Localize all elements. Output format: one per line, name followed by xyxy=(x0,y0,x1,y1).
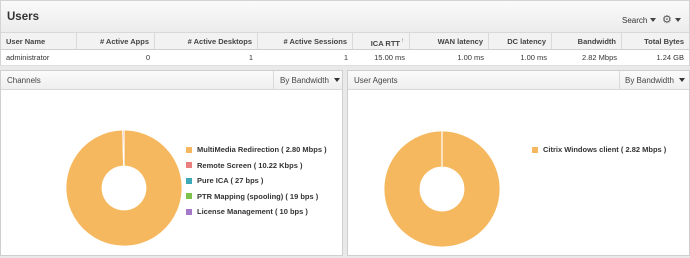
channels-sort-dropdown[interactable]: By Bandwidth xyxy=(280,76,340,85)
cell-active-sessions: 1 xyxy=(343,53,348,62)
users-header: Users Search ⚙ xyxy=(1,1,689,33)
user-agents-sort-dropdown[interactable]: By Bandwidth xyxy=(625,76,685,85)
header-divider xyxy=(619,71,620,90)
legend-swatch xyxy=(186,162,192,168)
search-dropdown[interactable]: Search xyxy=(622,16,657,25)
cell-active-apps: 0 xyxy=(145,53,150,62)
column-header-wan-latency[interactable]: WAN latency xyxy=(410,33,489,49)
legend-item[interactable]: Citrix Windows client ( 2.82 Mbps ) xyxy=(532,145,666,154)
chevron-down-icon xyxy=(650,18,657,22)
user-name-link[interactable]: administrator xyxy=(1,50,77,65)
column-header-active-sessions[interactable]: # Active Sessions xyxy=(258,33,353,49)
legend-item[interactable]: Pure ICA ( 27 bps ) xyxy=(186,176,263,185)
legend-item[interactable]: MultiMedia Redirection ( 2.80 Mbps ) xyxy=(186,145,327,154)
user-agents-sort-label: By Bandwidth xyxy=(625,76,674,85)
chevron-down-icon xyxy=(674,18,681,22)
legend-swatch xyxy=(186,193,192,199)
legend-item[interactable]: License Management ( 10 bps ) xyxy=(186,207,308,216)
legend-label: PTR Mapping (spooling) ( 19 bps ) xyxy=(197,191,319,201)
channels-sort-label: By Bandwidth xyxy=(280,76,329,85)
cell-bandwidth: 2.82 Mbps xyxy=(581,53,617,62)
column-header-bandwidth[interactable]: Bandwidth xyxy=(552,33,622,49)
legend-label: License Management ( 10 bps ) xyxy=(197,207,308,216)
chevron-down-icon xyxy=(678,78,685,82)
settings-dropdown[interactable]: ⚙ xyxy=(662,13,681,26)
users-panel: Users Search ⚙ User Name # Active Apps #… xyxy=(0,0,690,66)
users-grid-header: User Name # Active Apps # Active Desktop… xyxy=(1,33,689,50)
channels-title: Channels xyxy=(7,76,41,85)
channels-donut-chart xyxy=(65,129,183,247)
table-row[interactable]: administrator 0 1 1 15.00 ms 1.00 ms 1.0… xyxy=(1,50,689,66)
legend-item[interactable]: Remote Screen ( 10.22 Kbps ) xyxy=(186,161,302,170)
user-agents-title: User Agents xyxy=(354,76,398,85)
legend-swatch xyxy=(186,208,192,215)
cell-ica-rtt: 15.00 ms xyxy=(374,53,405,62)
header-divider xyxy=(273,71,274,90)
channels-panel-header: Channels By Bandwidth xyxy=(1,71,342,90)
column-header-active-apps[interactable]: # Active Apps xyxy=(77,33,155,49)
legend-label: Citrix Windows client ( 2.82 Mbps ) xyxy=(543,145,667,154)
cell-total-bytes: 1.24 GB xyxy=(656,53,684,62)
legend-label: MultiMedia Redirection ( 2.80 Mbps ) xyxy=(197,145,327,154)
channels-panel: Channels By Bandwidth MultiMedia Redirec… xyxy=(0,70,343,256)
legend-swatch xyxy=(186,146,192,153)
search-label: Search xyxy=(622,16,648,25)
cell-active-desktops: 1 xyxy=(248,53,253,62)
user-agents-panel: User Agents By Bandwidth Citrix Windows … xyxy=(347,70,690,256)
column-header-active-desktops[interactable]: # Active Desktops xyxy=(155,33,258,49)
users-title: Users xyxy=(7,11,39,23)
cell-dc-latency: 1.00 ms xyxy=(520,53,547,62)
legend-swatch xyxy=(532,146,538,153)
legend-swatch xyxy=(186,177,192,184)
user-agents-donut-chart xyxy=(383,130,501,248)
legend-label: Pure ICA ( 27 bps ) xyxy=(197,176,264,185)
user-agents-panel-header: User Agents By Bandwidth xyxy=(348,71,689,90)
legend-label: Remote Screen ( 10.22 Kbps ) xyxy=(197,160,303,170)
column-header-ica-rtt[interactable]: ICA RTT↑ xyxy=(353,33,410,49)
column-header-dc-latency[interactable]: DC latency xyxy=(489,33,552,49)
column-header-user-name[interactable]: User Name xyxy=(1,33,77,49)
chevron-down-icon xyxy=(333,78,340,82)
legend-item[interactable]: PTR Mapping (spooling) ( 19 bps ) xyxy=(186,192,318,201)
gear-icon: ⚙ xyxy=(662,14,672,26)
column-header-total-bytes[interactable]: Total Bytes xyxy=(622,33,689,49)
sort-ascending-icon: ↑ xyxy=(401,38,404,44)
cell-wan-latency: 1.00 ms xyxy=(457,53,484,62)
